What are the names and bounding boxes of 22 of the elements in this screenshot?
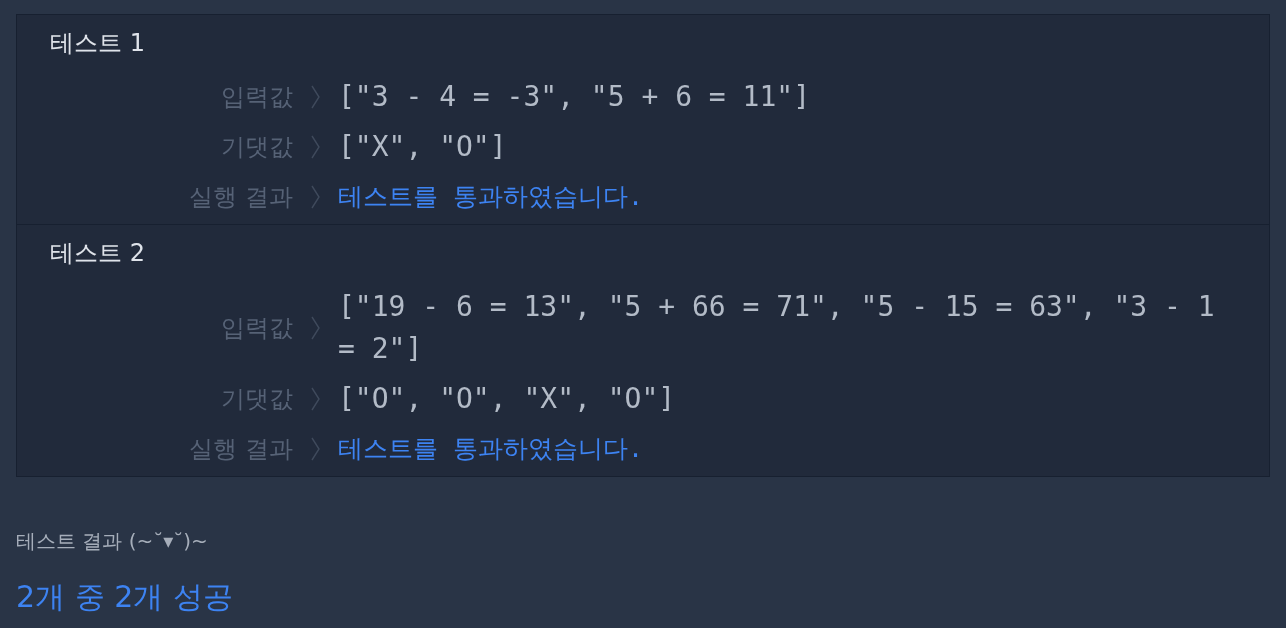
chevron-right-icon <box>311 316 320 340</box>
chevron-right-icon <box>311 85 320 109</box>
test-title: 테스트 2 <box>50 238 145 269</box>
chevron-right-icon <box>311 387 320 411</box>
chevron-right-icon <box>311 135 320 159</box>
code-value: ["O", "O", "X", "O"] <box>338 382 676 415</box>
result-message: 테스트를 통과하였습니다. <box>338 182 644 211</box>
result-message: 테스트를 통과하였습니다. <box>338 434 644 463</box>
row-label: 실행 결과 <box>189 182 293 213</box>
code-value: ["X", "O"] <box>338 130 507 163</box>
row-label: 기댓값 <box>221 132 293 163</box>
code-value: ["19 - 6 = 13", "5 + 66 = 71", "5 - 15 = 63", "3 - 1 = 2"] <box>338 290 1216 365</box>
code-value: ["3 - 4 = -3", "5 + 6 = 11"] <box>338 80 810 113</box>
chevron-right-icon <box>311 185 320 209</box>
row-label: 입력값 <box>221 82 293 113</box>
row-label: 기댓값 <box>221 384 293 415</box>
row-label: 실행 결과 <box>189 434 293 465</box>
summary-heading: 테스트 결과 (~˘▾˘)~ <box>16 528 208 555</box>
summary-result: 2개 중 2개 성공 <box>16 578 233 616</box>
test-title: 테스트 1 <box>50 28 145 59</box>
row-label: 입력값 <box>221 313 293 344</box>
chevron-right-icon <box>311 437 320 461</box>
